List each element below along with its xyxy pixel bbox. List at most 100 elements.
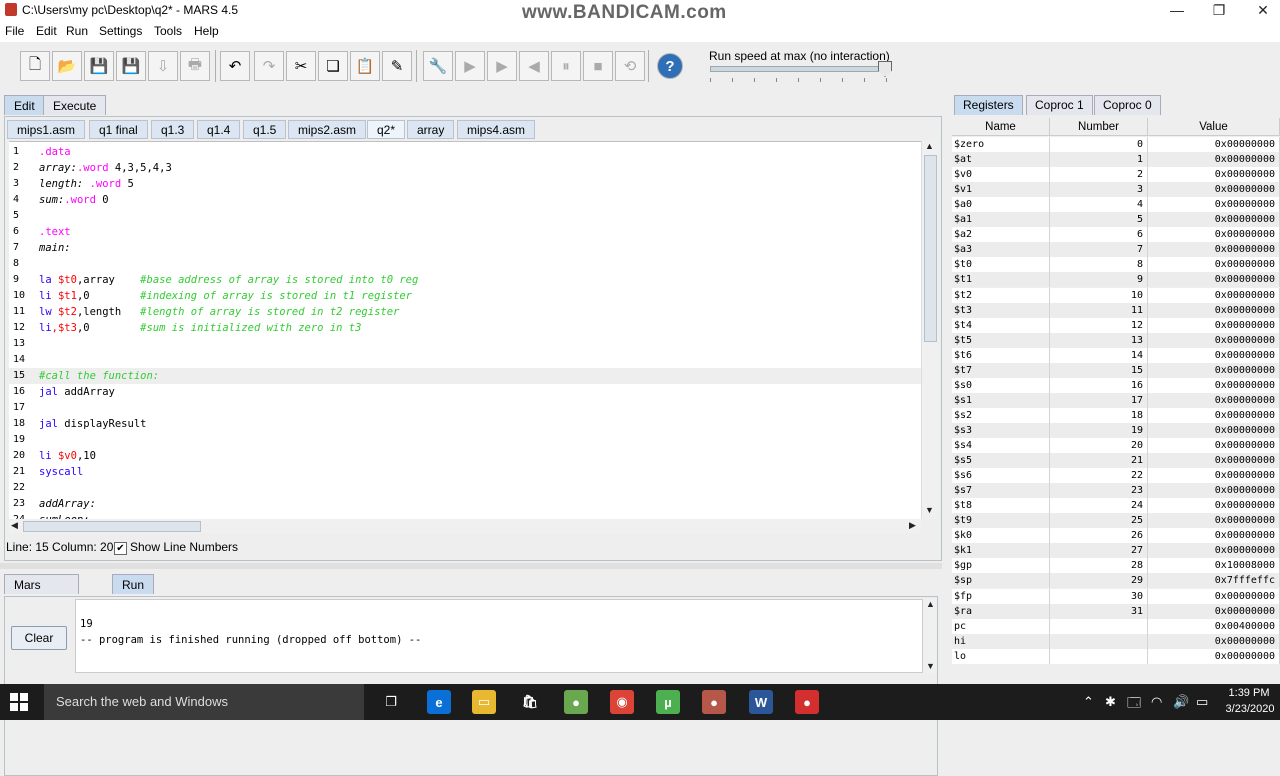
chrome-icon[interactable]: ◉ (610, 690, 634, 714)
scroll-right-arrow-icon[interactable]: ▶ (909, 520, 916, 531)
open-file-icon[interactable]: 📂 (52, 51, 82, 81)
scroll-left-arrow-icon[interactable]: ◀ (11, 520, 18, 531)
register-value[interactable]: 0x00000000 (1148, 227, 1280, 243)
step-icon[interactable]: ▶ (487, 51, 517, 81)
register-value[interactable]: 0x00000000 (1148, 543, 1280, 559)
show-line-numbers-checkbox[interactable]: ✔ (114, 542, 127, 555)
register-value[interactable]: 0x00000000 (1148, 242, 1280, 258)
utorrent-icon[interactable]: µ (656, 690, 680, 714)
clock-date[interactable]: 3/23/2020 (1220, 703, 1280, 715)
assemble-icon[interactable]: 🔧 (423, 51, 453, 81)
store-icon[interactable]: 🛍 (518, 690, 542, 714)
register-value[interactable]: 0x00000000 (1148, 392, 1280, 408)
cut-icon[interactable]: ✂ (286, 51, 316, 81)
tab-registers[interactable]: Registers (954, 95, 1023, 115)
find-replace-icon[interactable]: ✎ (382, 51, 412, 81)
register-value[interactable]: 0x00000000 (1148, 648, 1280, 664)
volume-icon[interactable]: 🔊 (1173, 694, 1189, 710)
menu-file[interactable]: File (5, 24, 24, 38)
output-vertical-scrollbar[interactable]: ▲ ▼ (923, 599, 937, 673)
keyboard-icon[interactable]: ▭ (1196, 694, 1208, 710)
menu-help[interactable]: Help (194, 24, 219, 38)
file-tab-5[interactable]: q1.5 (243, 120, 287, 139)
save-as-icon[interactable]: 💾 (116, 51, 146, 81)
file-tab-1[interactable]: mips1.asm (7, 120, 86, 139)
register-value[interactable]: 0x00000000 (1148, 468, 1280, 484)
scroll-down-arrow-icon[interactable]: ▼ (925, 505, 934, 515)
run-io-output[interactable]: 19 -- program is finished running (dropp… (75, 599, 923, 673)
scroll-down-arrow-icon[interactable]: ▼ (926, 661, 935, 671)
register-value[interactable]: 0x7fffeffc (1148, 573, 1280, 589)
dropbox-icon[interactable]: ✱ (1105, 694, 1116, 710)
tab-execute[interactable]: Execute (43, 95, 107, 115)
clear-button[interactable]: Clear (11, 626, 67, 650)
copy-icon[interactable]: ❏ (318, 51, 348, 81)
scroll-up-arrow-icon[interactable]: ▲ (925, 141, 934, 151)
print-icon[interactable]: 🖶 (180, 51, 210, 81)
windows-start-icon[interactable] (10, 693, 28, 711)
register-value[interactable]: 0x00000000 (1148, 498, 1280, 514)
file-tab-9[interactable]: mips4.asm (457, 120, 536, 139)
close-button[interactable]: ✕ (1240, 0, 1280, 20)
tab-run-io[interactable]: Run I/O (112, 574, 155, 612)
code-editor[interactable]: 1 .data 2 array:.word 4,3,5,4,3 3 length: .wo… (9, 141, 921, 520)
register-value[interactable]: 0x00000000 (1148, 588, 1280, 604)
help-icon[interactable]: ? (657, 53, 683, 79)
run-icon[interactable]: ▶ (455, 51, 485, 81)
file-tab-3[interactable]: q1.3 (151, 120, 195, 139)
pause-icon[interactable]: ⏸ (551, 51, 581, 81)
editor-hscroll-thumb[interactable] (23, 521, 201, 532)
edge-icon[interactable]: e (427, 690, 451, 714)
run-speed-slider[interactable] (710, 66, 890, 72)
register-value[interactable]: 0x00000000 (1148, 257, 1280, 273)
column-header-number[interactable]: Number (1050, 118, 1148, 136)
register-value[interactable]: 0x00000000 (1148, 347, 1280, 363)
save-file-icon[interactable]: 💾 (84, 51, 114, 81)
run-speed-slider-thumb[interactable] (878, 61, 892, 77)
file-tab-6[interactable]: mips2.asm (288, 120, 367, 139)
undo-icon[interactable]: ↶ (220, 51, 250, 81)
register-value[interactable]: 0x00000000 (1148, 152, 1280, 168)
register-value[interactable]: 0x00000000 (1148, 197, 1280, 213)
register-value[interactable]: 0x00400000 (1148, 618, 1280, 634)
tab-coproc0[interactable]: Coproc 0 (1094, 95, 1161, 115)
register-value[interactable]: 0x00000000 (1148, 528, 1280, 544)
register-value[interactable]: 0x00000000 (1148, 438, 1280, 453)
file-tab-8[interactable]: array (407, 120, 455, 139)
editor-horizontal-scrollbar[interactable]: ◀ ▶ (9, 519, 921, 533)
dump-memory-icon[interactable]: ⇩ (148, 51, 178, 81)
tray-chevron-icon[interactable]: ⌃ (1083, 694, 1094, 710)
register-value[interactable]: 0x00000000 (1148, 272, 1280, 288)
show-line-numbers-label[interactable]: Show Line Numbers (130, 540, 238, 554)
file-tab-4[interactable]: q1.4 (197, 120, 241, 139)
file-explorer-icon[interactable]: ▭ (472, 690, 496, 714)
clock-time[interactable]: 1:39 PM (1224, 687, 1274, 699)
register-value[interactable]: 0x00000000 (1148, 483, 1280, 499)
word-icon[interactable]: W (749, 690, 773, 714)
android-icon[interactable]: ● (564, 690, 588, 714)
maximize-button[interactable]: ❐ (1196, 0, 1242, 20)
menu-tools[interactable]: Tools (154, 24, 182, 38)
register-value[interactable]: 0x00000000 (1148, 302, 1280, 318)
minimize-button[interactable]: — (1154, 0, 1200, 20)
column-header-value[interactable]: Value (1148, 118, 1280, 136)
register-value[interactable]: 0x10008000 (1148, 558, 1280, 574)
register-value[interactable]: 0x00000000 (1148, 633, 1280, 649)
register-value[interactable]: 0x00000000 (1148, 317, 1280, 333)
file-tab-2[interactable]: q1 final (89, 120, 148, 139)
menu-edit[interactable]: Edit (36, 24, 57, 38)
file-tab-7[interactable]: q2* (367, 120, 406, 139)
register-value[interactable]: 0x00000000 (1148, 362, 1280, 378)
tray-window-icon[interactable]: 🗔 (1127, 694, 1141, 716)
register-value[interactable]: 0x00000000 (1148, 407, 1280, 423)
column-header-name[interactable]: Name (952, 118, 1050, 136)
pane-splitter[interactable] (0, 563, 942, 569)
register-value[interactable]: 0x00000000 (1148, 377, 1280, 393)
editor-vertical-scrollbar[interactable]: ▲ ▼ (921, 141, 938, 519)
register-value[interactable]: 0x00000000 (1148, 287, 1280, 303)
register-value[interactable]: 0x00000000 (1148, 212, 1280, 228)
register-value[interactable]: 0x00000000 (1148, 603, 1280, 619)
mars-icon[interactable]: ● (702, 690, 726, 714)
register-value[interactable]: 0x00000000 (1148, 137, 1280, 152)
menu-settings[interactable]: Settings (99, 24, 142, 38)
